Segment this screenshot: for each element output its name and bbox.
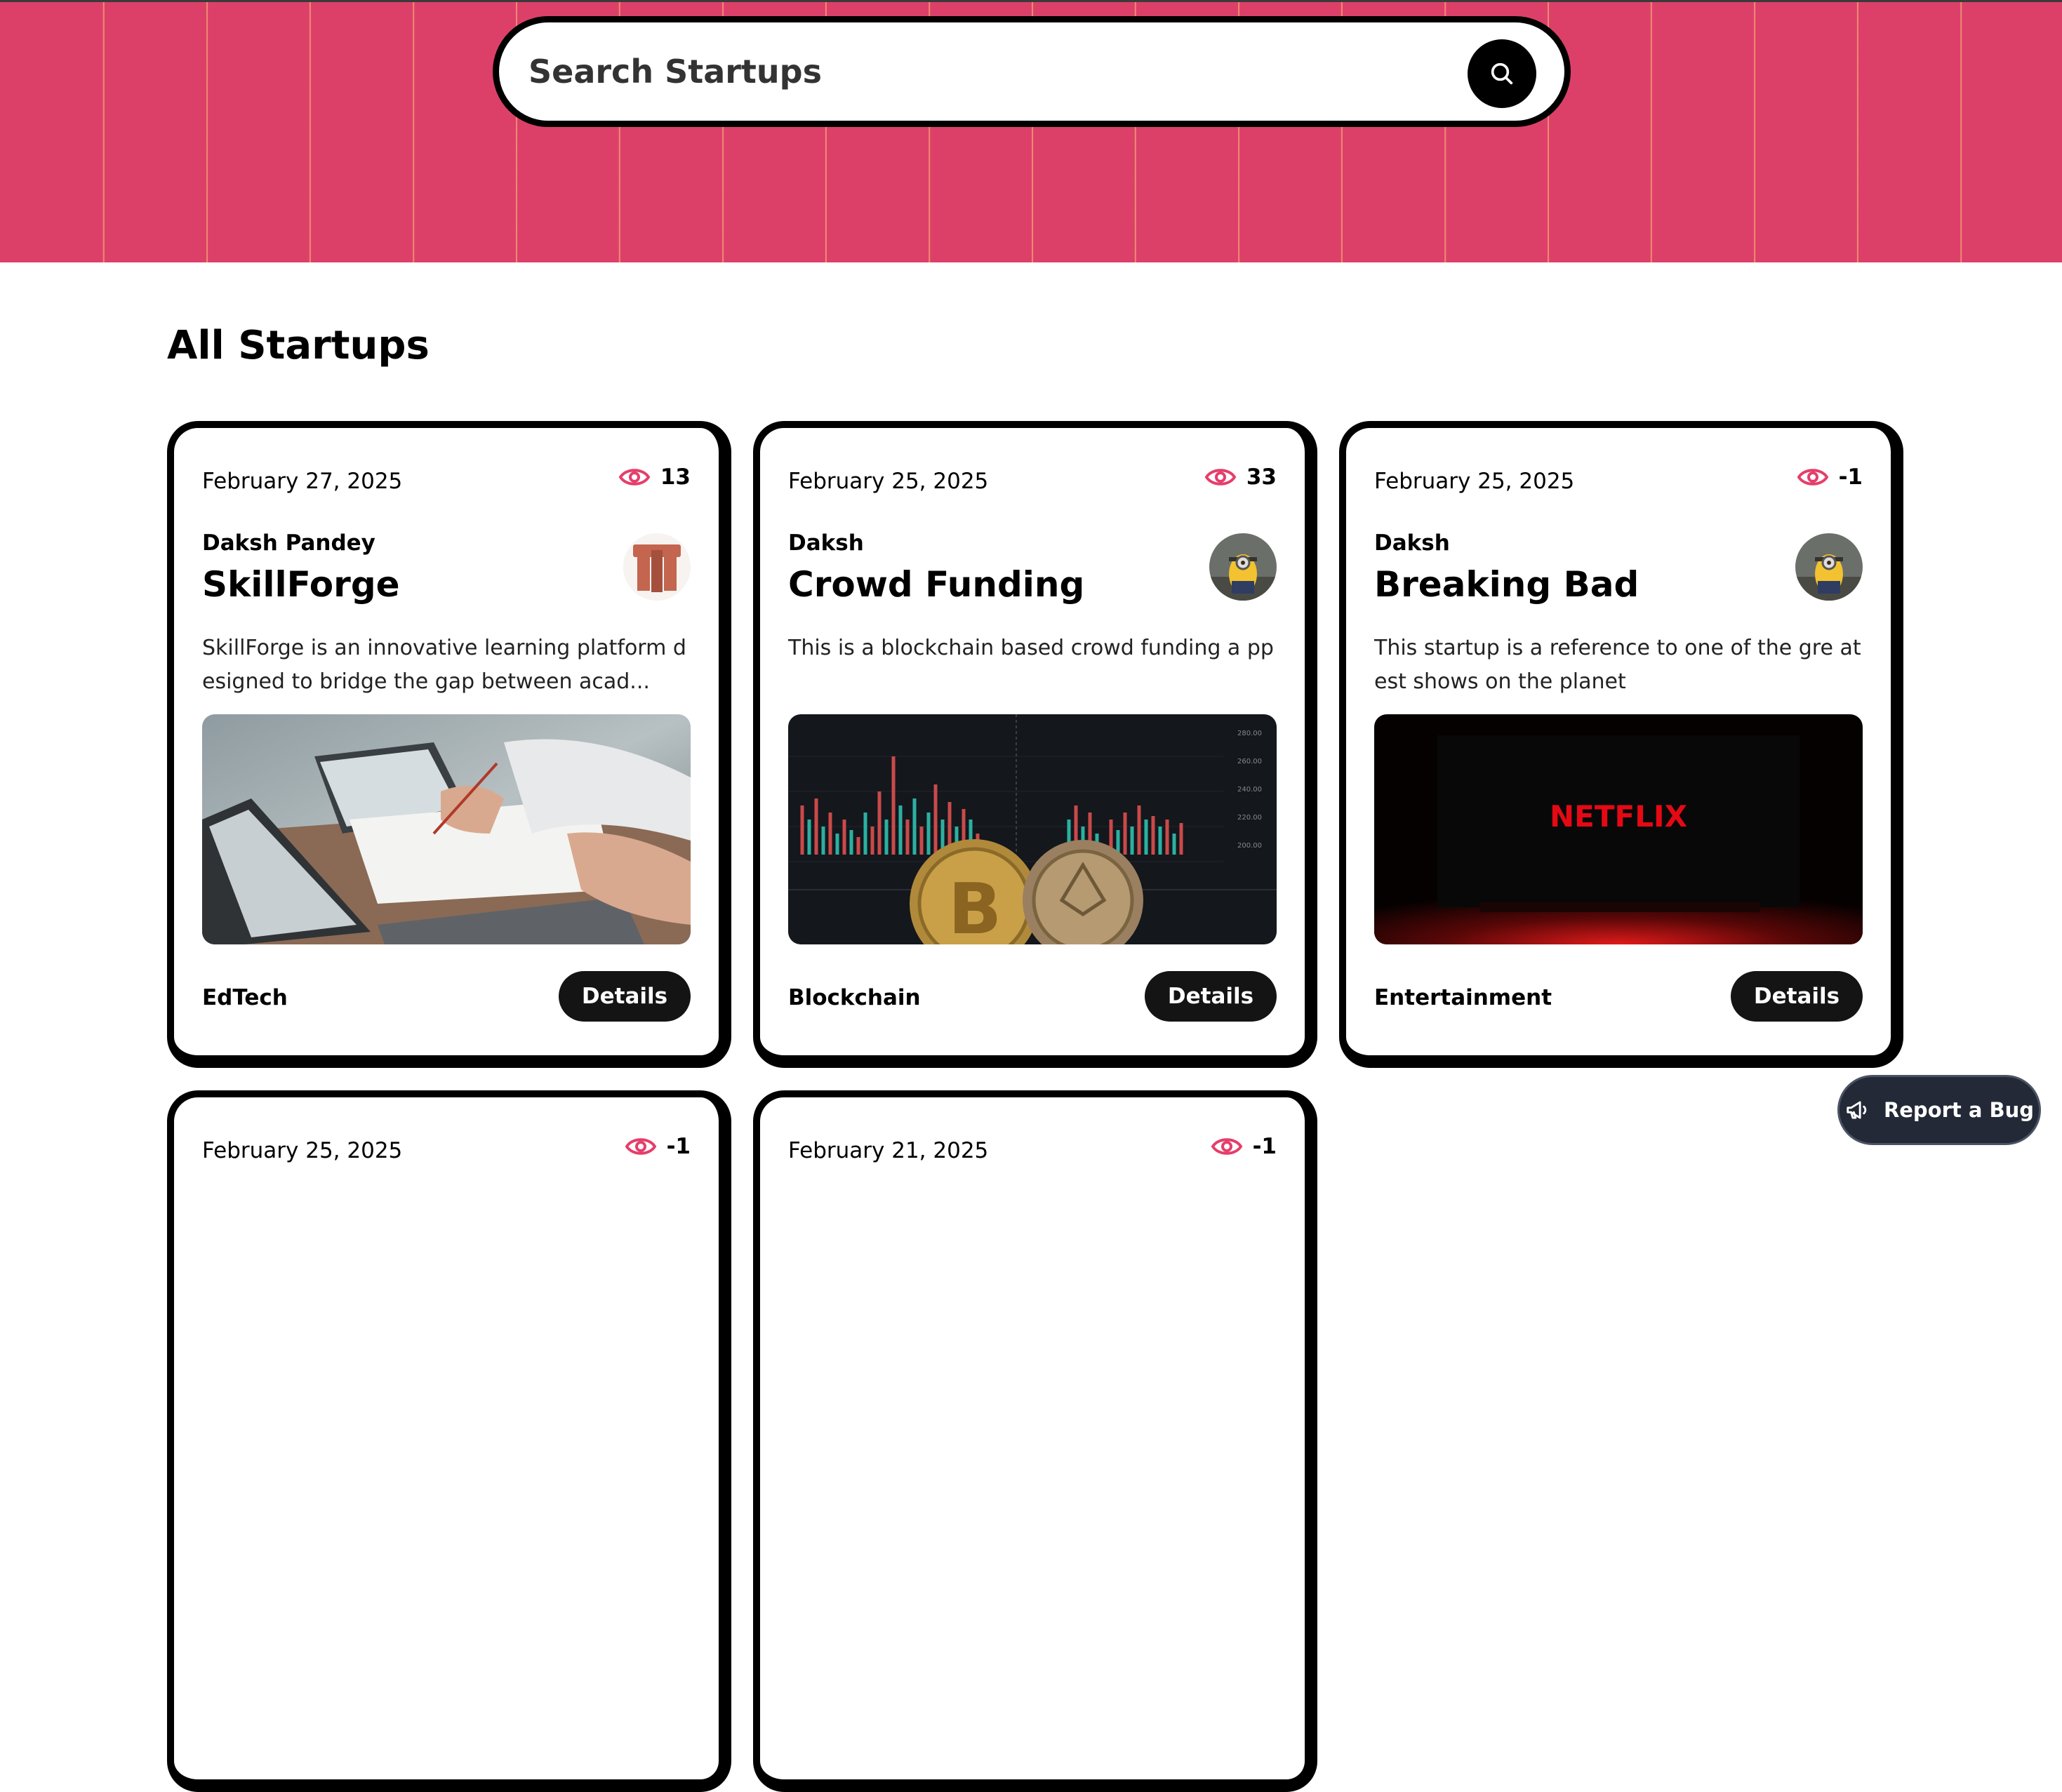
startup-card: February 25, 2025 33 Daksh Crowd Funding… <box>753 421 1317 1068</box>
megaphone-icon <box>1847 1101 1867 1119</box>
card-category[interactable]: Blockchain <box>788 985 921 1010</box>
search-button[interactable] <box>1468 39 1536 108</box>
card-category[interactable]: Entertainment <box>1374 985 1552 1010</box>
report-bug-button[interactable]: Report a Bug <box>1837 1075 2041 1145</box>
card-date: February 25, 2025 <box>1374 469 1575 494</box>
eye-icon <box>1204 469 1237 486</box>
card-description: SkillForge is an innovative learning pla… <box>202 636 686 694</box>
svg-text:280.00: 280.00 <box>1237 730 1262 737</box>
search-bar[interactable] <box>493 16 1571 127</box>
eye-icon <box>625 1138 656 1155</box>
view-count: -1 <box>1838 464 1863 490</box>
card-author[interactable]: Daksh Pandey <box>202 530 375 556</box>
card-description: This is a blockchain based crowd funding… <box>788 636 1274 660</box>
startup-card: February 25, 2025 -1 <box>167 1090 731 1792</box>
search-input[interactable] <box>527 22 1439 121</box>
card-date: February 21, 2025 <box>788 1138 989 1163</box>
svg-text:260.00: 260.00 <box>1237 758 1262 765</box>
startup-card: February 25, 2025 -1 Daksh Breaking Bad … <box>1339 421 1903 1068</box>
details-button[interactable]: Details <box>1145 971 1277 1022</box>
eye-icon <box>1211 1138 1242 1155</box>
startup-card: February 21, 2025 -1 <box>753 1090 1317 1792</box>
card-title[interactable]: Breaking Bad <box>1374 564 1639 605</box>
svg-text:240.00: 240.00 <box>1237 786 1262 794</box>
card-date: February 25, 2025 <box>788 469 989 494</box>
eye-icon <box>1797 469 1828 486</box>
svg-text:B: B <box>948 868 1002 944</box>
card-author[interactable]: Daksh <box>788 530 864 556</box>
card-image[interactable]: 280.00 260.00 240.00 220.00 200.00 B <box>788 714 1277 944</box>
eye-icon <box>618 469 651 486</box>
svg-text:200.00: 200.00 <box>1237 842 1262 850</box>
hero-banner <box>0 0 2062 262</box>
card-views: 13 <box>618 464 691 490</box>
search-icon <box>1491 62 1513 85</box>
card-image[interactable] <box>202 714 691 944</box>
card-title[interactable]: SkillForge <box>202 564 400 605</box>
avatar[interactable] <box>1795 533 1863 601</box>
card-date: February 27, 2025 <box>202 469 403 494</box>
card-image[interactable]: NETFLIX <box>1374 714 1863 944</box>
card-date: February 25, 2025 <box>202 1138 403 1163</box>
view-count: -1 <box>1252 1134 1277 1159</box>
card-views: -1 <box>1211 1134 1277 1159</box>
view-count: 33 <box>1246 464 1277 490</box>
view-count: 13 <box>660 464 691 490</box>
card-views: -1 <box>625 1134 691 1159</box>
view-count: -1 <box>666 1134 691 1159</box>
details-button[interactable]: Details <box>559 971 691 1022</box>
avatar[interactable] <box>623 533 691 601</box>
card-title[interactable]: Crowd Funding <box>788 564 1084 605</box>
report-bug-label: Report a Bug <box>1883 1098 2035 1122</box>
card-views: -1 <box>1797 464 1863 490</box>
startup-card: February 27, 2025 13 Daksh Pandey SkillF… <box>167 421 731 1068</box>
card-views: 33 <box>1204 464 1277 490</box>
card-description: This startup is a reference to one of th… <box>1374 636 1861 694</box>
page-title: All Startups <box>167 323 430 368</box>
details-button[interactable]: Details <box>1731 971 1863 1022</box>
card-author[interactable]: Daksh <box>1374 530 1450 556</box>
avatar[interactable] <box>1209 533 1277 601</box>
netflix-logo-text: NETFLIX <box>1550 799 1687 834</box>
card-category[interactable]: EdTech <box>202 985 288 1010</box>
svg-text:220.00: 220.00 <box>1237 814 1262 822</box>
